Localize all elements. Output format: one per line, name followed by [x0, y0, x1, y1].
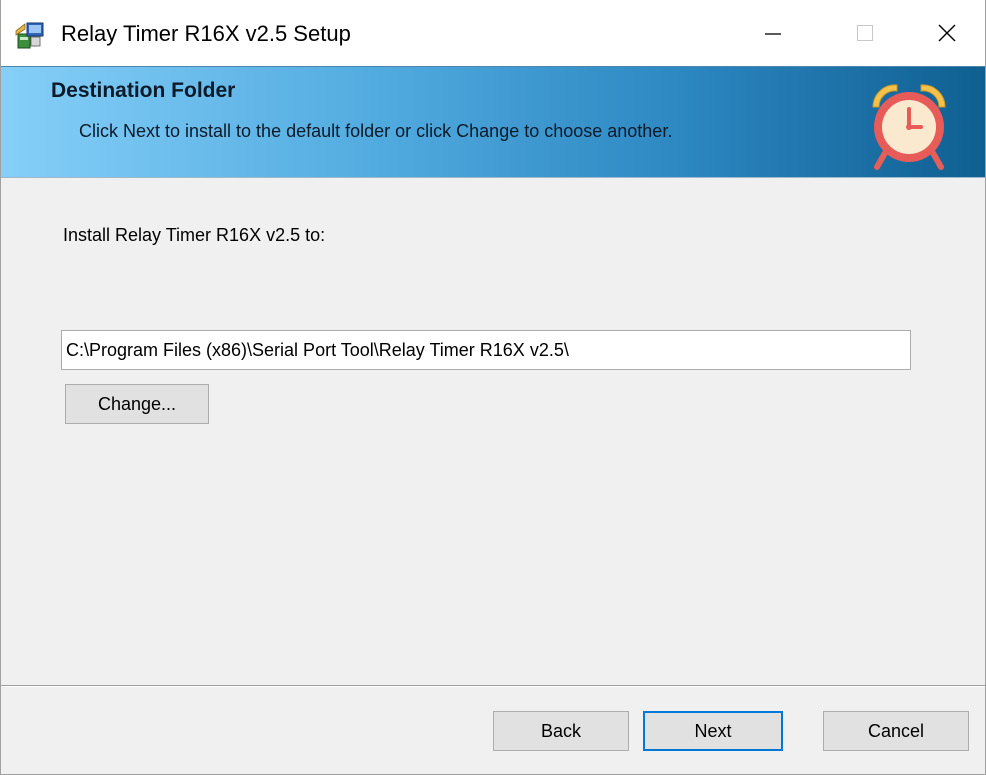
- close-button[interactable]: [901, 0, 986, 66]
- setup-window: Relay Timer R16X v2.5 Setup Destination …: [0, 0, 986, 775]
- maximize-button: [819, 0, 911, 66]
- banner-title: Destination Folder: [51, 79, 236, 102]
- header-banner: Destination Folder Click Next to install…: [1, 66, 985, 178]
- title-bar: Relay Timer R16X v2.5 Setup: [1, 0, 985, 66]
- minimize-icon: [765, 33, 781, 35]
- installer-app-icon: [15, 22, 44, 49]
- change-folder-button[interactable]: Change...: [65, 384, 209, 424]
- minimize-button[interactable]: [727, 0, 819, 66]
- cancel-button[interactable]: Cancel: [823, 711, 969, 751]
- alarm-clock-icon: [872, 84, 946, 170]
- back-button[interactable]: Back: [493, 711, 629, 751]
- footer-divider: [1, 685, 985, 687]
- install-location-label: Install Relay Timer R16X v2.5 to:: [63, 225, 326, 245]
- window-title: Relay Timer R16X v2.5 Setup: [61, 21, 351, 46]
- close-icon: [938, 24, 956, 42]
- banner-description: Click Next to install to the default fol…: [79, 121, 673, 141]
- destination-path-input[interactable]: [61, 330, 911, 370]
- next-button[interactable]: Next: [643, 711, 783, 751]
- maximize-icon: [857, 25, 873, 41]
